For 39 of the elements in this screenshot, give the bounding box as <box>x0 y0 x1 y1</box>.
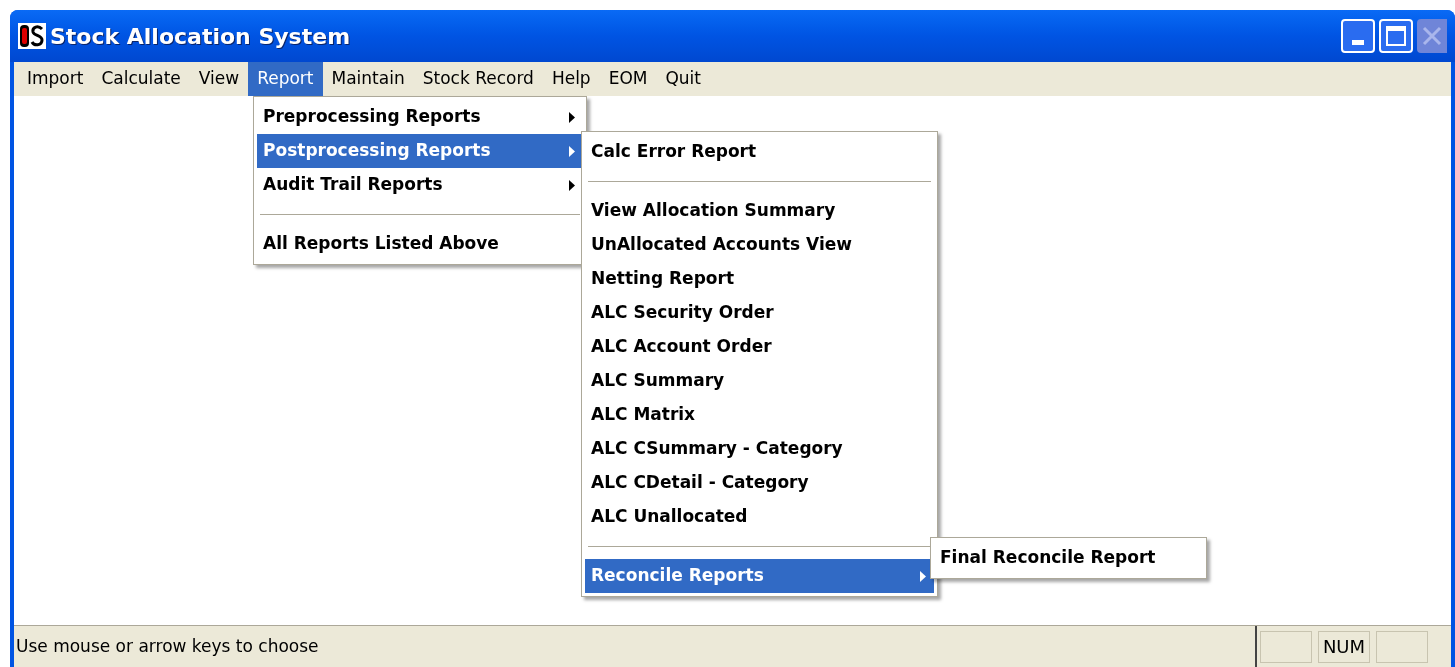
menu-bar-item[interactable]: Calculate <box>92 62 190 96</box>
minimize-button[interactable] <box>1341 19 1375 53</box>
menu-item[interactable]: View Allocation Summary <box>585 194 934 228</box>
menu-bar-item[interactable]: Report <box>248 62 323 96</box>
menu-bar-item[interactable]: Help <box>542 62 600 96</box>
num-lock-indicator: NUM <box>1318 630 1370 663</box>
menu-bar-item[interactable]: Stock Record <box>413 62 543 96</box>
submenu-arrow-icon <box>569 179 575 191</box>
menu-item[interactable]: Audit Trail Reports <box>257 168 583 202</box>
menu-item[interactable]: ALC Summary <box>585 364 934 398</box>
status-message: Use mouse or arrow keys to choose <box>15 634 320 658</box>
menu-bar-item[interactable]: View <box>189 62 249 96</box>
menu-bar-item[interactable]: Import <box>18 62 93 96</box>
menu-item[interactable]: ALC Matrix <box>585 398 934 432</box>
submenu-arrow-icon <box>569 145 575 157</box>
menu-item[interactable]: ALC CSummary - Category <box>585 432 934 466</box>
app-logo-icon <box>18 23 46 49</box>
window-title: Stock Allocation System <box>50 22 351 51</box>
menu-item[interactable]: All Reports Listed Above <box>257 227 583 261</box>
menu-item[interactable]: Postprocessing Reports <box>257 134 583 168</box>
status-pane <box>1376 630 1428 663</box>
menu-item[interactable]: Netting Report <box>585 262 934 296</box>
menu-item[interactable]: Preprocessing Reports <box>257 100 583 134</box>
menu-item[interactable]: Final Reconcile Report <box>934 541 1203 575</box>
menu-bar-item[interactable]: Maintain <box>322 62 414 96</box>
menu-bar-item[interactable]: Quit <box>656 62 710 96</box>
submenu-arrow-icon <box>920 570 926 582</box>
menu-item[interactable]: ALC Account Order <box>585 330 934 364</box>
menu-item[interactable]: Calc Error Report <box>585 135 934 169</box>
close-icon <box>1422 26 1442 46</box>
maximize-button[interactable] <box>1379 19 1413 53</box>
menu-item[interactable]: ALC Security Order <box>585 296 934 330</box>
menu-bar-item[interactable]: EOM <box>599 62 657 96</box>
menu-item[interactable]: Reconcile Reports <box>585 559 934 593</box>
menu-item[interactable]: ALC CDetail - Category <box>585 466 934 500</box>
menu-item[interactable]: UnAllocated Accounts View <box>585 228 934 262</box>
status-pane <box>1260 630 1312 663</box>
submenu-arrow-icon <box>569 111 575 123</box>
menu-item[interactable]: ALC Unallocated <box>585 500 934 534</box>
